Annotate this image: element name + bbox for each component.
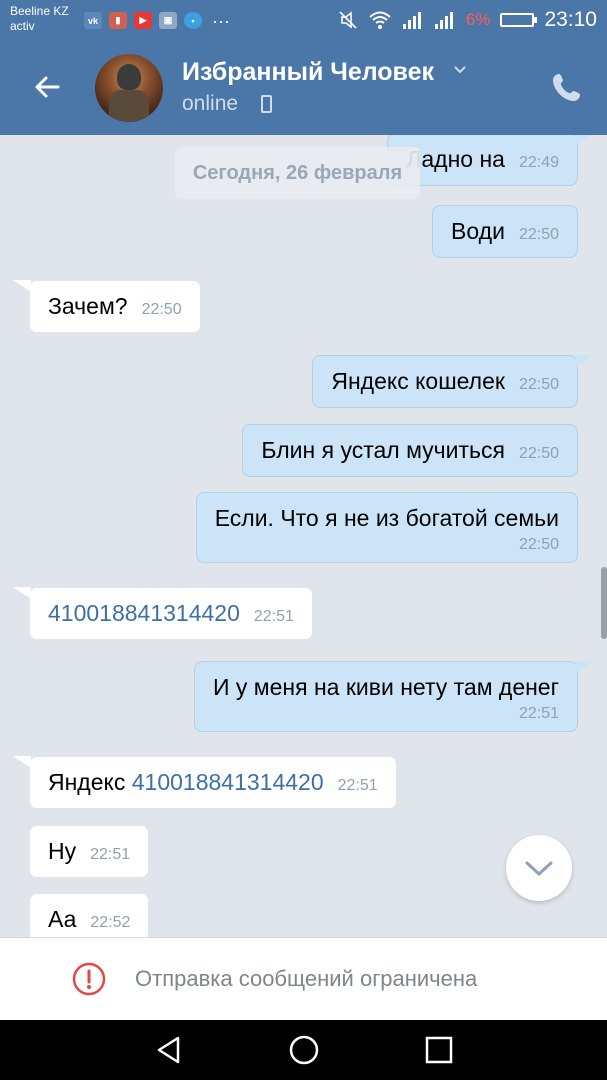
youtube-icon: ▶	[134, 12, 152, 29]
message-text: Яндекс кошелек	[331, 368, 505, 394]
message-incoming[interactable]: Яндекс 410018841314420 22:51	[13, 756, 397, 809]
signal-icon-1	[402, 12, 421, 29]
chat-header: Избранный Человек online	[0, 42, 607, 135]
system-indicators: 6% 23:10	[338, 8, 597, 32]
back-arrow-icon[interactable]	[30, 70, 64, 104]
notification-icons: vk ▮ ▶ ▣ • ···	[84, 10, 230, 31]
message-outgoing[interactable]: Блин я устал мучиться 22:50	[242, 424, 578, 477]
message-time: 22:51	[90, 846, 131, 863]
message-text: Если. Что я не из богатой семьи	[214, 505, 559, 531]
chevron-down-icon	[525, 861, 553, 876]
account-number-link[interactable]: 410018841314420	[48, 600, 240, 626]
contact-avatar[interactable]	[95, 54, 163, 122]
more-notifications-icon: ···	[212, 10, 230, 31]
message-icon: •	[184, 12, 202, 29]
message-time: 22:49	[518, 154, 559, 171]
message-outgoing[interactable]: Яндекс кошелек 22:50	[312, 355, 594, 408]
nav-home-icon[interactable]	[288, 1034, 320, 1066]
message-text: Ну	[48, 838, 77, 864]
vk-icon: vk	[84, 12, 102, 29]
message-incoming[interactable]: Ну 22:51	[29, 825, 150, 878]
clock: 23:10	[544, 8, 597, 31]
mobile-online-icon	[261, 95, 272, 113]
message-time: 22:50	[518, 376, 559, 393]
message-list[interactable]: Ладно на 22:49 Сегодня, 26 февраля Води 22…	[0, 135, 607, 937]
message-text: Аа	[48, 906, 77, 932]
wifi-icon	[369, 11, 391, 29]
chevron-down-icon[interactable]	[452, 62, 468, 78]
phone-call-icon[interactable]	[550, 70, 584, 104]
carrier-label: Beeline KZ activ	[10, 4, 69, 34]
message-time: 22:50	[141, 301, 182, 318]
status-bar: Beeline KZ activ vk ▮ ▶ ▣ • ··· 6% 23:10	[0, 0, 607, 42]
nav-back-icon[interactable]	[153, 1034, 185, 1066]
message-time: 22:50	[518, 226, 559, 243]
message-incoming[interactable]: Аа 22:52	[29, 893, 150, 937]
message-text: Зачем?	[48, 293, 128, 319]
scroll-to-bottom-button[interactable]	[506, 835, 572, 901]
warning-icon	[72, 962, 106, 996]
account-number-link[interactable]: 410018841314420	[132, 769, 324, 795]
restriction-text: Отправка сообщений ограничена	[135, 966, 478, 991]
message-time: 22:50	[518, 536, 559, 553]
message-text: Води	[451, 218, 505, 244]
messaging-restricted-bar: Отправка сообщений ограничена	[0, 937, 607, 1021]
message-time: 22:51	[337, 777, 378, 794]
date-separator: Сегодня, 26 февраля	[175, 147, 420, 199]
battery-percent: 6%	[465, 10, 491, 29]
message-outgoing[interactable]: Води 22:50	[432, 205, 578, 258]
system-navigation-bar	[0, 1020, 607, 1080]
message-time: 22:51	[253, 608, 294, 625]
vibrate-mute-icon	[339, 11, 357, 29]
message-incoming[interactable]: 410018841314420 22:51	[13, 587, 313, 640]
carrier-name: Beeline KZ	[10, 4, 69, 18]
message-outgoing[interactable]: Если. Что я не из богатой семьи 22:50	[195, 492, 578, 563]
message-time: 22:50	[518, 445, 559, 462]
message-incoming[interactable]: Зачем? 22:50	[13, 280, 201, 333]
message-time: 22:52	[90, 914, 131, 931]
message-text: Яндекс	[48, 769, 132, 795]
signal-icon-2	[434, 12, 453, 29]
reminder-icon: ▮	[109, 12, 127, 29]
scrollbar-thumb[interactable]	[601, 567, 607, 639]
carrier-plan: activ	[10, 19, 35, 33]
message-text: Ладно на	[406, 146, 505, 172]
gallery-icon: ▣	[159, 12, 177, 29]
message-outgoing[interactable]: И у меня на киви нету там денег 22:51	[194, 661, 594, 732]
battery-icon	[500, 13, 538, 27]
message-text: И у меня на киви нету там денег	[213, 674, 559, 700]
nav-recents-icon[interactable]	[423, 1034, 455, 1066]
contact-name[interactable]: Избранный Человек	[182, 58, 434, 87]
message-text: Блин я устал мучиться	[261, 437, 505, 463]
message-time: 22:51	[518, 705, 559, 722]
contact-status: online	[182, 92, 239, 115]
